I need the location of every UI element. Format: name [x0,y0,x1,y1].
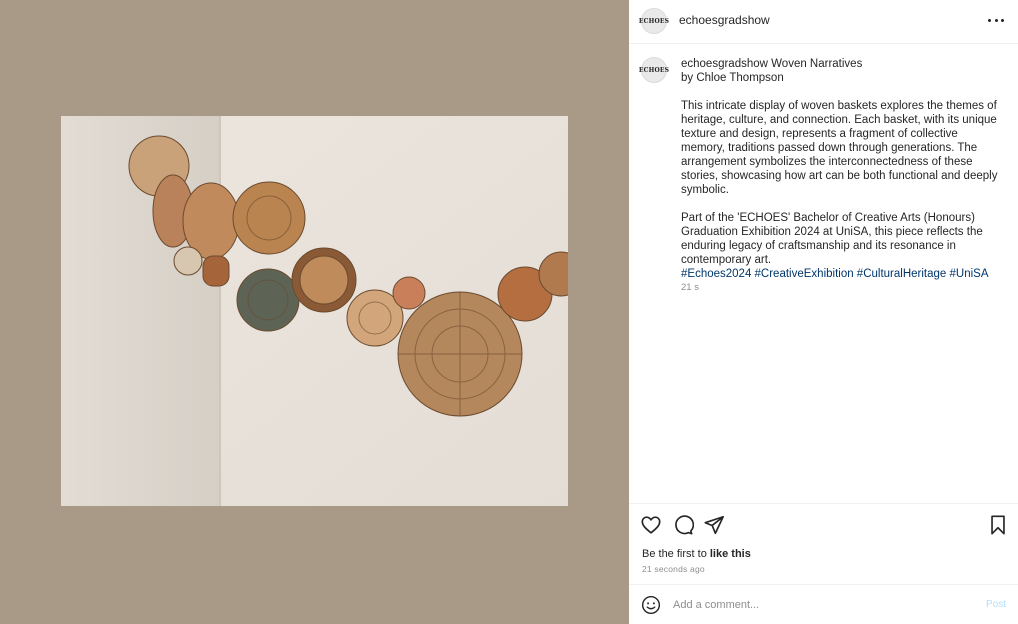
caption-paragraph-2: Part of the 'ECHOES' Bachelor of Creativ… [681,212,983,266]
caption-author: by Chloe Thompson [681,72,784,84]
more-options-icon[interactable] [988,12,1004,28]
post-comment-button[interactable]: Post [986,599,1006,610]
post-header: ECHOES echoesgradshow [629,0,1018,44]
media-area [0,0,629,624]
like-this-link[interactable]: like this [710,548,751,560]
caption-timestamp: 21 s [681,282,699,293]
caption-paragraph-1: This intricate display of woven baskets … [681,100,998,196]
likes-prefix: Be the first to [642,548,710,560]
comment-bar: Post [629,584,1018,624]
caption-avatar[interactable]: ECHOES [638,57,670,83]
post-photo[interactable] [61,116,568,506]
post-side-panel: ECHOES echoesgradshow ECHOES echoesgrads… [629,0,1018,624]
action-bar: Be the first to like this 21 seconds ago [629,503,1018,583]
emoji-icon[interactable] [641,595,661,615]
caption-body: echoesgradshow Woven Narratives by Chloe… [681,57,1001,295]
caption-avatar-logo-text: ECHOES [638,66,670,74]
share-icon[interactable] [703,514,725,536]
likes-text: Be the first to like this [642,548,751,560]
bookmark-icon[interactable] [987,514,1009,536]
header-username[interactable]: echoesgradshow [679,13,770,27]
caption-title: Woven Narratives [767,58,863,70]
heart-icon[interactable] [640,514,662,536]
avatar[interactable]: ECHOES [638,8,670,34]
comment-input[interactable] [673,595,963,615]
comment-icon[interactable] [672,514,694,536]
post-time-ago: 21 seconds ago [642,564,705,574]
avatar-logo-text: ECHOES [638,17,670,25]
caption-hashtags[interactable]: #Echoes2024 #CreativeExhibition #Cultura… [681,267,1001,281]
caption-username[interactable]: echoesgradshow [681,58,768,70]
woven-baskets-image [61,116,568,506]
